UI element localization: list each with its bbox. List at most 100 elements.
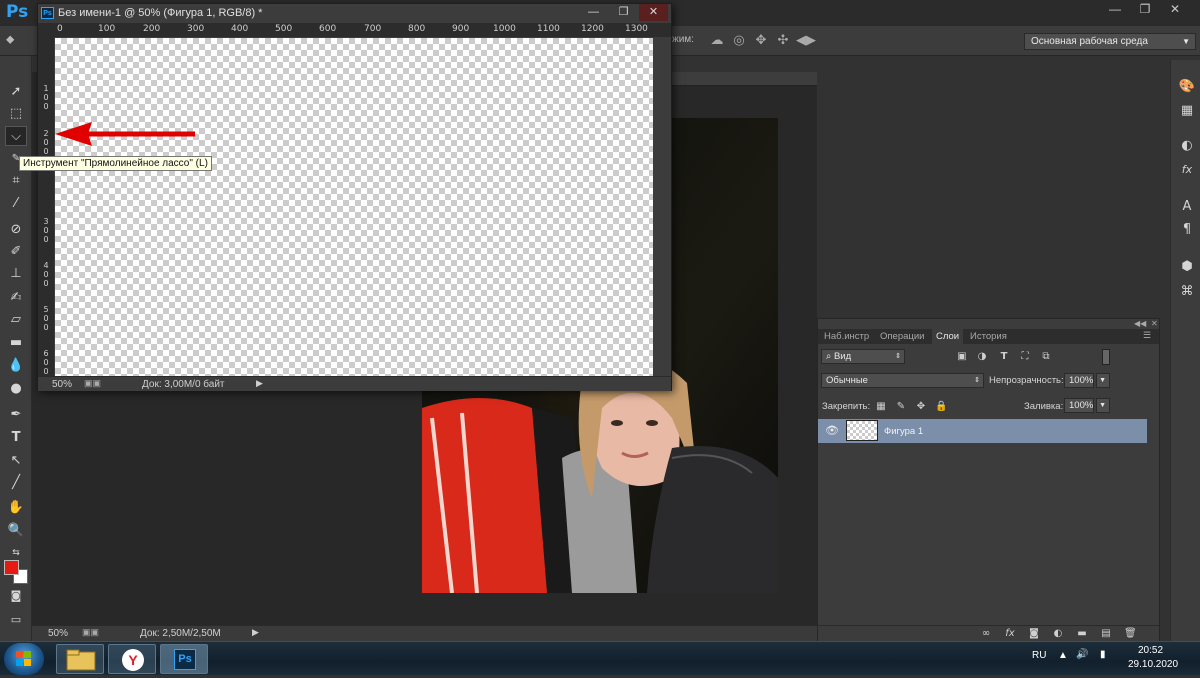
tab-actions[interactable]: Операции [876, 329, 928, 344]
status-menu-arrow-icon[interactable]: ▶ [256, 378, 263, 389]
layer-row[interactable]: 👁 Фигура 1 [818, 419, 1147, 443]
adjustments-panel-icon[interactable]: ◐ [1177, 137, 1197, 155]
type-tool-icon[interactable]: T [5, 428, 27, 448]
lock-all-icon[interactable]: 🔒 [935, 401, 947, 413]
ruler-tick: 400 [231, 24, 249, 34]
pen-tool-icon[interactable]: ✒ [5, 405, 27, 425]
filter-pixel-icon[interactable]: ▣ [956, 351, 968, 363]
layer-name[interactable]: Фигура 1 [884, 426, 923, 437]
paragraph-panel-icon[interactable]: ¶ [1177, 221, 1197, 239]
start-button[interactable] [4, 643, 44, 675]
opacity-input[interactable]: 100% [1064, 373, 1094, 388]
ruler-tick: 700 [364, 24, 382, 34]
blur-tool-icon[interactable]: 💧 [5, 356, 27, 376]
styles-panel-icon[interactable]: fx [1177, 161, 1197, 179]
eraser-tool-icon[interactable]: ▱ [5, 310, 27, 330]
scale-icon[interactable]: ◀▶ [796, 32, 816, 48]
screen-mode-icon[interactable]: ▭ [5, 610, 27, 630]
app-restore-button[interactable]: ❐ [1131, 0, 1159, 18]
transparent-canvas[interactable] [55, 38, 653, 376]
filter-shape-icon[interactable]: ⛶ [1019, 351, 1031, 363]
eyedropper-tool-icon[interactable]: ⁄ [5, 194, 27, 214]
cloud-rotate-icon[interactable]: ☁ [708, 32, 726, 48]
pan-icon[interactable]: ✥ [752, 32, 770, 48]
status-info-icon[interactable]: ▣▣ [84, 378, 101, 389]
history-brush-tool-icon[interactable]: ✍ [5, 288, 27, 308]
color-panel-icon[interactable]: 🎨 [1177, 78, 1197, 96]
tab-history[interactable]: История [966, 329, 1011, 344]
clock-date[interactable]: 29.10.2020 [1128, 659, 1178, 670]
network-icon[interactable]: ▮ [1100, 649, 1106, 660]
yandex-browser-taskbar-button[interactable]: Y [108, 644, 156, 674]
hand-tool-icon[interactable]: ✋ [5, 498, 27, 518]
doc-restore-button[interactable]: ❐ [609, 4, 638, 21]
ruler-horizontal[interactable]: 0 100 200 300 400 500 600 700 800 900 10… [38, 23, 671, 37]
lock-transparent-icon[interactable]: ▦ [875, 401, 887, 413]
marquee-tool-icon[interactable]: ⬚ [5, 104, 27, 124]
clock-time[interactable]: 20:52 [1138, 645, 1163, 656]
fill-input[interactable]: 100% [1064, 398, 1094, 413]
language-indicator[interactable]: RU [1032, 650, 1046, 661]
swatches-panel-icon[interactable]: ▦ [1177, 102, 1197, 120]
volume-icon[interactable]: 🔊 [1076, 649, 1088, 660]
status-menu-arrow-icon[interactable]: ▶ [252, 627, 259, 638]
opacity-dropdown[interactable]: ▼ [1096, 373, 1110, 388]
tab-layers[interactable]: Слои [932, 329, 964, 344]
add-mask-icon[interactable]: ◙ [1028, 628, 1040, 640]
delete-layer-icon[interactable]: 🗑 [1124, 628, 1137, 640]
new-layer-icon[interactable]: ▤ [1100, 628, 1112, 640]
tab-tool-presets[interactable]: Наб.инстр [820, 329, 873, 344]
lock-position-icon[interactable]: ✥ [915, 401, 927, 413]
doc-minimize-button[interactable]: — [579, 4, 608, 21]
filter-smart-object-icon[interactable]: ⧉ [1040, 351, 1052, 363]
tool-preset-icon[interactable]: ⬥ [6, 32, 14, 47]
document-title-bar[interactable]: Без имени-1 @ 50% (Фигура 1, RGB/8) * [38, 4, 671, 22]
filter-toggle[interactable] [1102, 349, 1110, 365]
back-zoom-level[interactable]: 50% [48, 628, 68, 639]
photoshop-taskbar-button[interactable]: Ps [160, 644, 208, 674]
ruler-vertical[interactable]: 100 200 300 400 500 600 [38, 37, 54, 377]
blend-mode-select[interactable]: Обычные ⇕ [821, 373, 984, 388]
line-tool-icon[interactable]: ╱ [5, 473, 27, 493]
collapse-panel-icon[interactable]: ◀◀ [1134, 319, 1146, 328]
zoom-tool-icon[interactable]: 🔍 [5, 521, 27, 541]
panel-menu-icon[interactable]: ☰ [1143, 330, 1151, 341]
crop-tool-icon[interactable]: ⌗ [5, 171, 27, 191]
character-panel-icon[interactable]: A [1177, 198, 1197, 216]
healing-brush-tool-icon[interactable]: ⊘ [5, 220, 27, 240]
chevron-updown-icon: ⇕ [974, 377, 980, 384]
workspace-select[interactable]: Основная рабочая среда ▼ [1024, 33, 1196, 50]
clone-stamp-tool-icon[interactable]: ⊥ [5, 264, 27, 284]
explorer-taskbar-button[interactable] [56, 644, 104, 674]
brush-tool-icon[interactable]: ✐ [5, 242, 27, 262]
show-hidden-icons-icon[interactable]: ▲ [1058, 650, 1068, 661]
fill-dropdown[interactable]: ▼ [1096, 398, 1110, 413]
layer-filter-select[interactable]: ⌕ Вид ⇕ [821, 349, 905, 364]
close-panel-icon[interactable]: ✕ [1151, 319, 1158, 328]
new-group-icon[interactable]: ▬ [1076, 628, 1088, 640]
zoom-level[interactable]: 50% [52, 379, 72, 390]
foreground-color-swatch[interactable] [4, 560, 19, 575]
move-tool-icon[interactable]: ➚ [5, 82, 27, 102]
quick-mask-icon[interactable]: ◙ [5, 586, 27, 606]
filter-type-icon[interactable]: T [998, 351, 1010, 363]
filter-adjustment-icon[interactable]: ◑ [976, 351, 988, 363]
3d-panel-icon[interactable]: ⬢ [1177, 258, 1197, 276]
paths-panel-icon[interactable]: ⌘ [1177, 283, 1197, 301]
slide-icon[interactable]: ✣ [774, 32, 792, 48]
dodge-tool-icon[interactable]: ● [5, 379, 27, 399]
layer-style-icon[interactable]: fx [1004, 628, 1016, 640]
app-minimize-button[interactable]: — [1101, 0, 1129, 18]
adjustment-layer-icon[interactable]: ◐ [1052, 628, 1064, 640]
gradient-tool-icon[interactable]: ▬ [5, 333, 27, 353]
orbit-icon[interactable]: ◎ [730, 32, 748, 48]
ruler-tick-group: 600 [43, 349, 49, 376]
app-close-button[interactable]: ✕ [1161, 0, 1189, 18]
polygonal-lasso-tool-icon[interactable]: ⌵ [5, 126, 27, 146]
status-info-icon[interactable]: ▣▣ [82, 627, 99, 638]
eye-visibility-icon[interactable]: 👁 [825, 424, 839, 437]
doc-close-button[interactable]: ✕ [639, 4, 668, 21]
lock-pixels-icon[interactable]: ✎ [895, 401, 907, 413]
path-selection-tool-icon[interactable]: ↖ [5, 451, 27, 471]
link-layers-icon[interactable]: ∞ [980, 628, 992, 640]
